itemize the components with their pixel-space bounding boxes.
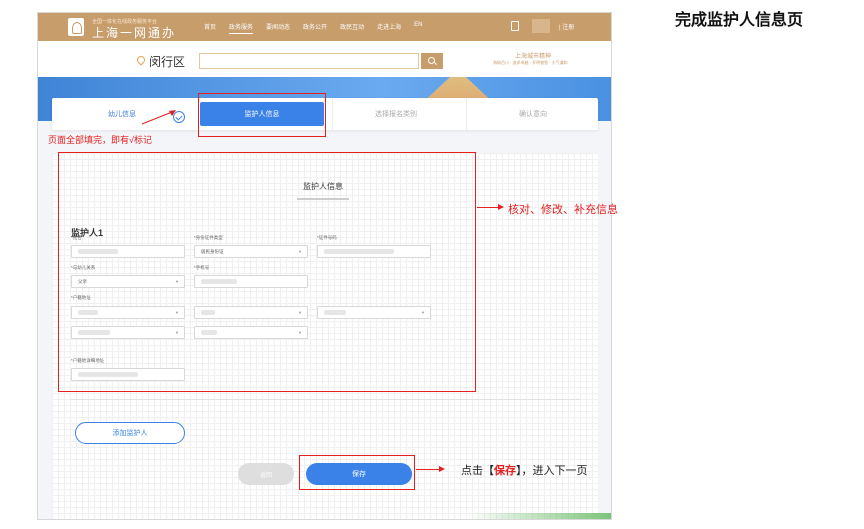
- add-guardian-button[interactable]: 添加监护人: [75, 422, 185, 444]
- register-link[interactable]: | 注册: [559, 22, 574, 31]
- form-divider: [70, 399, 580, 400]
- nav-item-public[interactable]: 政务公开: [303, 22, 327, 34]
- arrow-right-icon: [498, 204, 504, 210]
- site-header: 全国一体化在线政务服务平台 上海一网通办 首页 政务服务 要闻动态 政务公开 政…: [38, 13, 611, 41]
- highlight-guardian-step: [198, 93, 326, 137]
- nav-item-home[interactable]: 首页: [204, 22, 216, 34]
- mobile-icon[interactable]: [511, 21, 519, 31]
- step-category[interactable]: 选择报名类别: [332, 98, 459, 130]
- annotation-prefix: 点击【: [461, 465, 494, 477]
- main-nav: 首页 政务服务 要闻动态 政务公开 政民互动 走进上海 EN: [204, 22, 435, 34]
- annotation-click-save: 点击【保存】，进入下一页: [461, 462, 588, 478]
- search-input[interactable]: [199, 53, 419, 69]
- annotation-verify: 核对、修改、补充信息: [508, 204, 618, 216]
- search-icon: [428, 57, 435, 64]
- highlight-form-area: [58, 152, 476, 392]
- site-logo-icon[interactable]: [68, 18, 84, 36]
- nav-item-en[interactable]: EN: [414, 22, 422, 34]
- nav-item-services[interactable]: 政务服务: [229, 22, 254, 34]
- annotation-save-word: 保存: [494, 465, 516, 477]
- nav-item-interact[interactable]: 政民互动: [340, 22, 364, 34]
- user-avatar[interactable]: [532, 19, 550, 33]
- city-spirit-title: 上海城市精神: [515, 54, 552, 60]
- city-spirit-subtitle: 海纳百川 · 追求卓越 · 开明睿智 · 大气谦和: [493, 60, 568, 65]
- arrow-right-icon: [439, 466, 445, 472]
- nav-item-news[interactable]: 要闻动态: [266, 22, 290, 34]
- arrow-line: [477, 207, 499, 208]
- nav-item-shanghai[interactable]: 走进上海: [377, 22, 401, 34]
- site-title[interactable]: 上海一网通办: [92, 24, 176, 41]
- search-button[interactable]: [421, 53, 443, 69]
- page-title: 完成监护人信息页: [675, 12, 804, 29]
- back-button[interactable]: 返回: [238, 463, 294, 485]
- arrow-to-check-icon: [141, 110, 176, 125]
- highlight-save-button: [299, 455, 415, 490]
- arrow-line: [416, 469, 440, 470]
- footer-decoration: [468, 513, 611, 519]
- district-selector[interactable]: 闵行区: [149, 53, 185, 70]
- annotation-all-filled: 页面全部填完，即有√标记: [48, 135, 152, 145]
- annotation-suffix: 】，进入下一页: [516, 465, 588, 477]
- step-confirm[interactable]: 确认意向: [466, 98, 599, 130]
